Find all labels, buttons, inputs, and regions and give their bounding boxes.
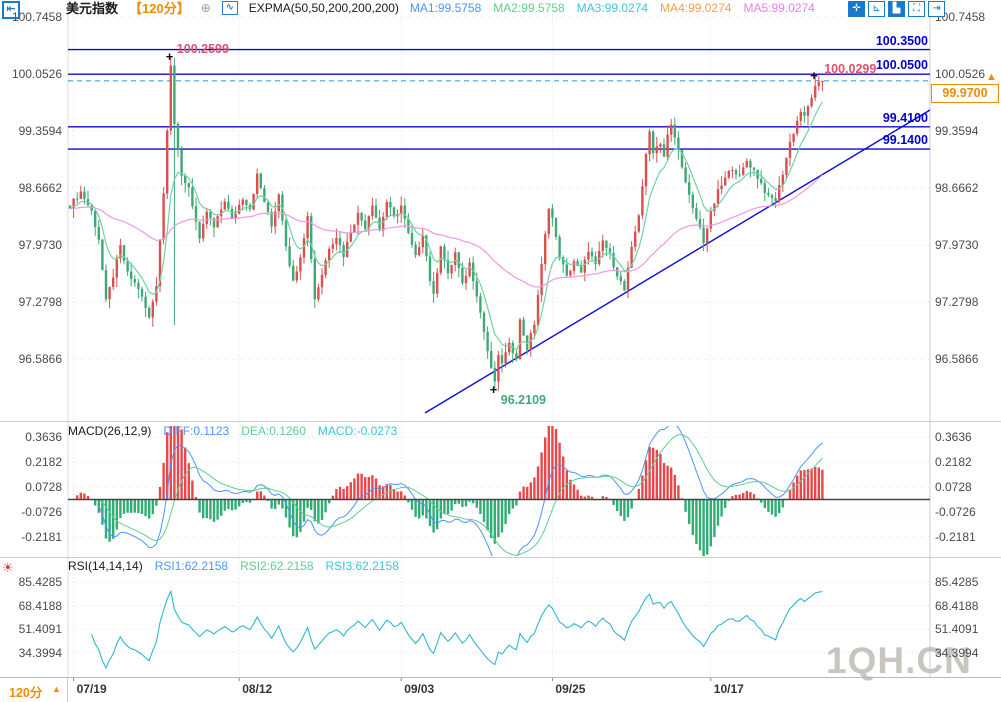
extreme-price-label: 100.0299 (824, 62, 876, 76)
macd-value: DIFF:0.1123 (163, 424, 229, 438)
axis-scale-icon[interactable]: ⊾ (868, 1, 885, 17)
fullscreen-icon[interactable]: ⛶ (908, 1, 925, 17)
axis-label: 68.4188 (0, 599, 62, 613)
rsi-title[interactable]: RSI(14,14,14) (68, 559, 143, 573)
rsi-value: RSI1:62.2158 (155, 559, 228, 573)
extreme-cross-marker: + (166, 52, 174, 62)
axis-label: 51.4091 (935, 622, 1001, 636)
period-tag[interactable]: 【120分】 (129, 0, 190, 17)
extreme-price-label: 100.2599 (177, 42, 229, 56)
axis-label: 97.9730 (935, 238, 1001, 252)
hline-label: 99.1400 (828, 133, 928, 147)
date-tick-label: 08/12 (242, 682, 272, 696)
date-tick-label: 10/17 (714, 682, 744, 696)
axis-label: -0.2181 (0, 530, 62, 544)
axis-label: 0.0728 (935, 480, 1001, 494)
ma-value: MA4:99.0274 (660, 1, 731, 15)
axis-label: -0.2181 (935, 530, 1001, 544)
extreme-cross-marker: + (810, 71, 818, 81)
macd-value: DEA:0.1260 (241, 424, 306, 438)
chart-header: 美元指数 【120分】 ⊕ ∿ EXPMA(50,50,200,200,200)… (66, 0, 815, 15)
indicator-label[interactable]: EXPMA(50,50,200,200,200) (249, 1, 399, 15)
current-price-box: 99.9700 (931, 84, 999, 103)
hline-label: 100.3500 (828, 34, 928, 48)
move-tool-icon[interactable]: ✛ (848, 1, 865, 17)
axis-label: 68.4188 (935, 599, 1001, 613)
chart-toolbar: ✛⊾▙⛶⇥ (848, 1, 945, 17)
date-tick-label: 09/03 (404, 682, 434, 696)
rsi-value: RSI3:62.2158 (326, 559, 399, 573)
alert-sun-icon[interactable]: ☀ (2, 560, 14, 576)
axis-label: 51.4091 (0, 622, 62, 636)
macd-value: MACD:-0.0273 (318, 424, 397, 438)
chart-application: ⇤ 美元指数 【120分】 ⊕ ∿ EXPMA(50,50,200,200,20… (0, 0, 1001, 702)
hline-label: 99.4100 (828, 111, 928, 125)
collapse-panel-icon[interactable]: ⇤ (2, 1, 20, 19)
macd-title[interactable]: MACD(26,12,9) (68, 424, 151, 438)
axis-label: 0.3636 (0, 430, 62, 444)
axis-label: 97.9730 (0, 238, 62, 252)
ma-value: MA3:99.0274 (577, 1, 648, 15)
axis-label: 98.6662 (935, 181, 1001, 195)
log-scale-icon[interactable]: ▙ (888, 1, 905, 17)
price-up-arrow-icon: ▲ (986, 71, 997, 83)
axis-label: 0.2182 (0, 455, 62, 469)
ma-value: MA2:99.5758 (493, 1, 564, 15)
add-indicator-icon[interactable]: ⊕ (201, 1, 211, 15)
macd-header: MACD(26,12,9) DIFF:0.1123 DEA:0.1260 MACD:… (68, 424, 397, 438)
axis-label: 99.3594 (0, 124, 62, 138)
axis-label: 0.2182 (935, 455, 1001, 469)
axis-label: 97.2798 (0, 295, 62, 309)
rsi-value: RSI2:62.2158 (240, 559, 313, 573)
macd-values: DIFF:0.1123 DEA:0.1260 MACD:-0.0273 (163, 424, 397, 438)
footer-divider (0, 677, 1001, 678)
axis-label: 34.3994 (0, 646, 62, 660)
indicator-chart-icon[interactable]: ∿ (222, 1, 238, 15)
axis-label: -0.0726 (0, 505, 62, 519)
axis-label: 34.3994 (935, 646, 1001, 660)
axis-label: 99.3594 (935, 124, 1001, 138)
axis-label: 85.4285 (0, 575, 62, 589)
axis-label: 0.0728 (0, 480, 62, 494)
axis-label: 100.0526 (0, 67, 62, 81)
ma-values: MA1:99.5758 MA2:99.5758 MA3:99.0274 MA4:99.… (410, 1, 815, 15)
axis-label: 98.6662 (0, 181, 62, 195)
axis-label: 85.4285 (935, 575, 1001, 589)
extreme-cross-marker: + (490, 385, 498, 395)
date-tick-label: 07/19 (77, 682, 107, 696)
axis-label: 96.5866 (935, 352, 1001, 366)
date-tick-label: 09/25 (555, 682, 585, 696)
axis-label: 96.5866 (0, 352, 62, 366)
exit-chart-icon[interactable]: ⇥ (928, 1, 945, 17)
ma-value: MA1:99.5758 (410, 1, 481, 15)
ma-value: MA5:99.0274 (743, 1, 814, 15)
axis-label: -0.0726 (935, 505, 1001, 519)
axis-label: 0.3636 (935, 430, 1001, 444)
rsi-header: RSI(14,14,14) RSI1:62.2158RSI2:62.2158RS… (68, 559, 399, 573)
rsi-values: RSI1:62.2158 RSI2:62.2158 RSI3:62.2158 (155, 559, 399, 573)
axis-label: 97.2798 (935, 295, 1001, 309)
symbol-title: 美元指数 (66, 0, 118, 17)
period-selector[interactable]: 120分 (9, 682, 42, 701)
extreme-price-label: 96.2109 (501, 393, 546, 407)
period-up-arrow-icon[interactable]: ▲ (52, 684, 61, 694)
chart-canvas[interactable] (0, 0, 1001, 702)
